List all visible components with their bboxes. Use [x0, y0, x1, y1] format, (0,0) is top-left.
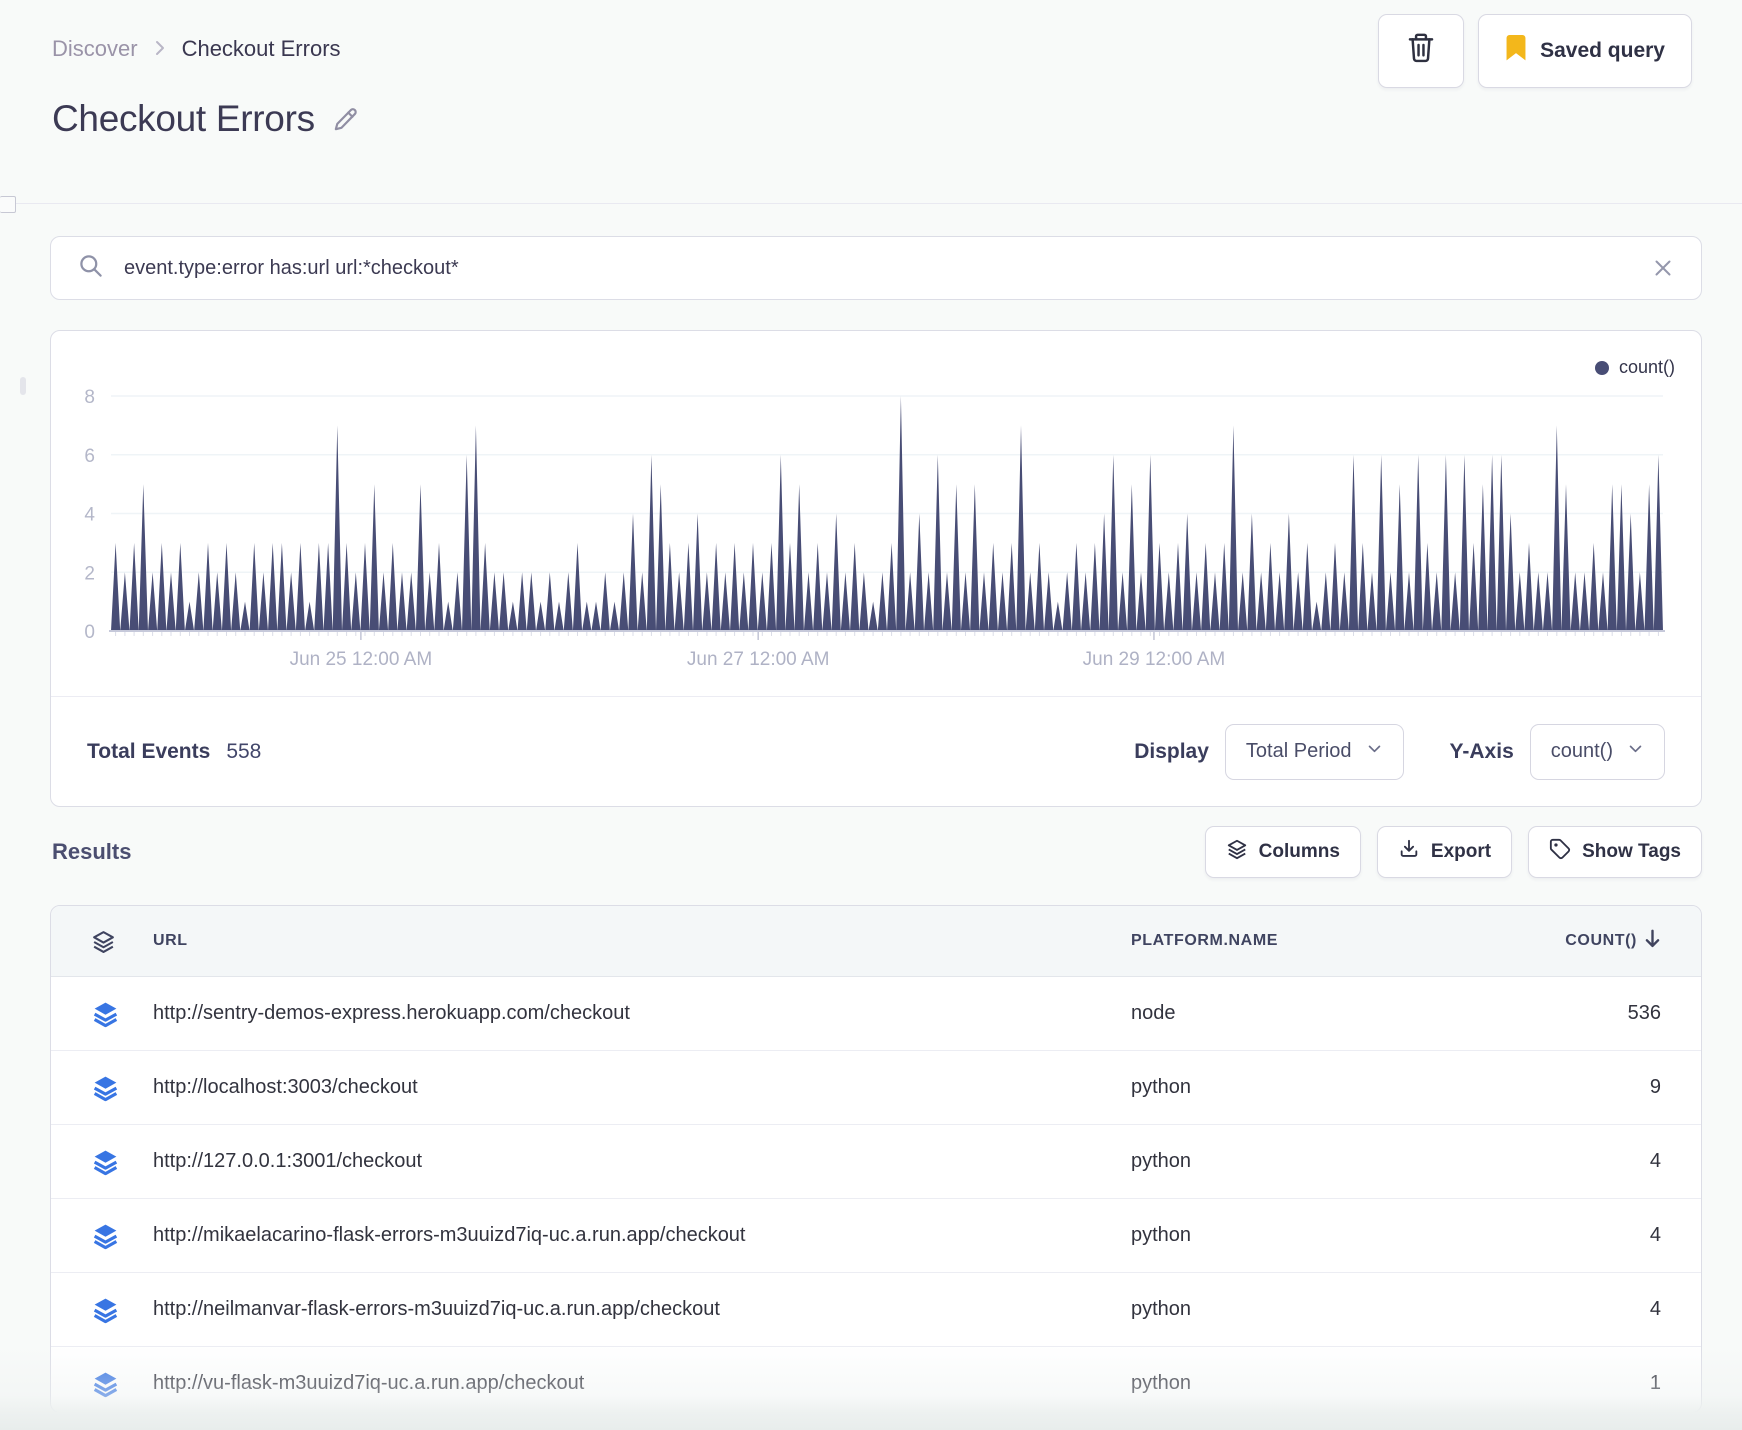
header-count[interactable]: COUNT() — [1481, 929, 1661, 953]
table-row[interactable]: http://mikaelacarino-flask-errors-m3uuiz… — [51, 1199, 1701, 1273]
row-stack-icon[interactable] — [91, 1147, 153, 1176]
row-url[interactable]: http://neilmanvar-flask-errors-m3uuizd7i… — [153, 1298, 1131, 1321]
table-body: http://sentry-demos-express.herokuapp.co… — [51, 977, 1701, 1412]
panel-collapse-handle[interactable] — [0, 196, 16, 213]
title-row: Checkout Errors — [52, 98, 360, 140]
row-url[interactable]: http://127.0.0.1:3001/checkout — [153, 1150, 1131, 1173]
row-platform: python — [1131, 1298, 1192, 1320]
svg-text:0: 0 — [84, 622, 95, 643]
svg-text:2: 2 — [84, 563, 95, 584]
svg-text:6: 6 — [84, 446, 95, 467]
show-tags-button-label: Show Tags — [1582, 841, 1681, 862]
row-platform: python — [1131, 1150, 1192, 1172]
row-count: 4 — [1649, 1150, 1661, 1172]
row-url[interactable]: http://vu-flask-m3uuizd7iq-uc.a.run.app/… — [153, 1372, 1131, 1395]
columns-button[interactable]: Columns — [1204, 826, 1361, 878]
edit-title-icon[interactable] — [331, 105, 360, 139]
row-stack-icon[interactable] — [91, 999, 153, 1028]
row-stack-icon[interactable] — [91, 1369, 153, 1398]
chevron-down-icon — [1366, 740, 1383, 763]
table-row[interactable]: http://neilmanvar-flask-errors-m3uuizd7i… — [51, 1273, 1701, 1347]
results-table: URL PLATFORM.NAME COUNT() http://sentry-… — [50, 905, 1702, 1413]
results-heading: Results — [52, 839, 132, 864]
svg-text:8: 8 — [84, 387, 95, 408]
yaxis-label: Y-Axis — [1449, 739, 1514, 763]
chart-footer: Total Events 558 Display Total Period Y-… — [51, 696, 1701, 806]
row-platform: python — [1131, 1224, 1192, 1246]
columns-button-label: Columns — [1258, 841, 1340, 862]
breadcrumb-current: Checkout Errors — [181, 36, 341, 61]
bookmark-icon — [1505, 35, 1527, 67]
scroll-nub — [20, 377, 26, 395]
row-platform: python — [1131, 1076, 1192, 1098]
display-select-value: Total Period — [1245, 740, 1352, 762]
results-header-row: Results Columns Export Show Tags — [52, 826, 1702, 878]
yaxis-select[interactable]: count() — [1529, 723, 1665, 780]
row-stack-icon[interactable] — [91, 1295, 153, 1324]
export-button[interactable]: Export — [1376, 826, 1513, 878]
search-bar[interactable]: event.type:error has:url url:*checkout* — [50, 236, 1702, 300]
page-divider — [0, 203, 1742, 204]
table-row[interactable]: http://127.0.0.1:3001/checkout python 4 — [51, 1125, 1701, 1199]
row-stack-icon[interactable] — [91, 1221, 153, 1250]
row-platform: node — [1131, 1002, 1176, 1024]
saved-query-button[interactable]: Saved query — [1478, 14, 1692, 88]
row-platform: python — [1131, 1372, 1192, 1394]
chevron-down-icon — [1627, 740, 1644, 763]
breadcrumb-discover[interactable]: Discover — [52, 36, 138, 62]
row-count: 4 — [1649, 1224, 1661, 1246]
saved-query-label: Saved query — [1540, 39, 1665, 62]
results-actions: Columns Export Show Tags — [1204, 826, 1702, 878]
svg-text:Jun 29 12:00 AM: Jun 29 12:00 AM — [1083, 649, 1226, 670]
breadcrumb: Discover Checkout Errors — [52, 14, 341, 62]
search-query[interactable]: event.type:error has:url url:*checkout* — [124, 257, 1631, 280]
svg-text:Jun 25 12:00 AM: Jun 25 12:00 AM — [290, 649, 433, 670]
total-events-label: Total Events — [87, 739, 211, 763]
breadcrumb-chevron-icon — [152, 36, 168, 62]
discover-page: Discover Checkout Errors Saved query Che… — [0, 0, 1742, 1430]
svg-text:Jun 27 12:00 AM: Jun 27 12:00 AM — [687, 649, 830, 670]
sort-desc-icon — [1644, 929, 1661, 953]
header-stack-icon[interactable] — [91, 929, 153, 954]
display-label: Display — [1134, 739, 1209, 763]
stack-icon — [1226, 838, 1248, 866]
table-row[interactable]: http://sentry-demos-express.herokuapp.co… — [51, 977, 1701, 1051]
row-count: 4 — [1649, 1298, 1661, 1320]
topbar-actions: Saved query — [1378, 14, 1692, 88]
row-count: 9 — [1649, 1076, 1661, 1098]
download-icon — [1398, 838, 1420, 866]
row-count: 536 — [1627, 1002, 1661, 1024]
table-row[interactable]: http://localhost:3003/checkout python 9 — [51, 1051, 1701, 1125]
show-tags-button[interactable]: Show Tags — [1528, 826, 1702, 878]
row-count: 1 — [1649, 1372, 1661, 1394]
display-select[interactable]: Total Period — [1224, 723, 1404, 780]
row-url[interactable]: http://localhost:3003/checkout — [153, 1076, 1131, 1099]
delete-query-button[interactable] — [1378, 14, 1465, 88]
page-title: Checkout Errors — [52, 98, 315, 139]
total-events-value: 558 — [226, 739, 262, 763]
yaxis-select-value: count() — [1550, 740, 1613, 762]
header-platform[interactable]: PLATFORM.NAME — [1131, 932, 1481, 950]
row-stack-icon[interactable] — [91, 1073, 153, 1102]
header-count-label: COUNT() — [1565, 932, 1637, 949]
row-url[interactable]: http://sentry-demos-express.herokuapp.co… — [153, 1002, 1131, 1025]
export-button-label: Export — [1430, 841, 1492, 862]
clear-search-icon[interactable] — [1651, 256, 1675, 280]
table-row[interactable]: http://vu-flask-m3uuizd7iq-uc.a.run.app/… — [51, 1347, 1701, 1412]
events-chart[interactable]: 0 2 4 6 8 Jun 25 12:00 AM Jun 27 12:00 AM Jun 2… — [51, 361, 1701, 673]
top-bar: Discover Checkout Errors Saved query — [52, 14, 1692, 88]
svg-text:4: 4 — [84, 505, 95, 526]
chart-panel: count() 0 2 4 6 8 Jun 25 12:00 AM Jun 27 12:00… — [50, 330, 1702, 807]
search-icon — [77, 252, 104, 284]
row-url[interactable]: http://mikaelacarino-flask-errors-m3uuiz… — [153, 1224, 1131, 1247]
tag-icon — [1549, 838, 1571, 866]
table-header-row: URL PLATFORM.NAME COUNT() — [51, 906, 1701, 977]
header-url[interactable]: URL — [153, 932, 1131, 950]
trash-icon — [1406, 32, 1436, 70]
